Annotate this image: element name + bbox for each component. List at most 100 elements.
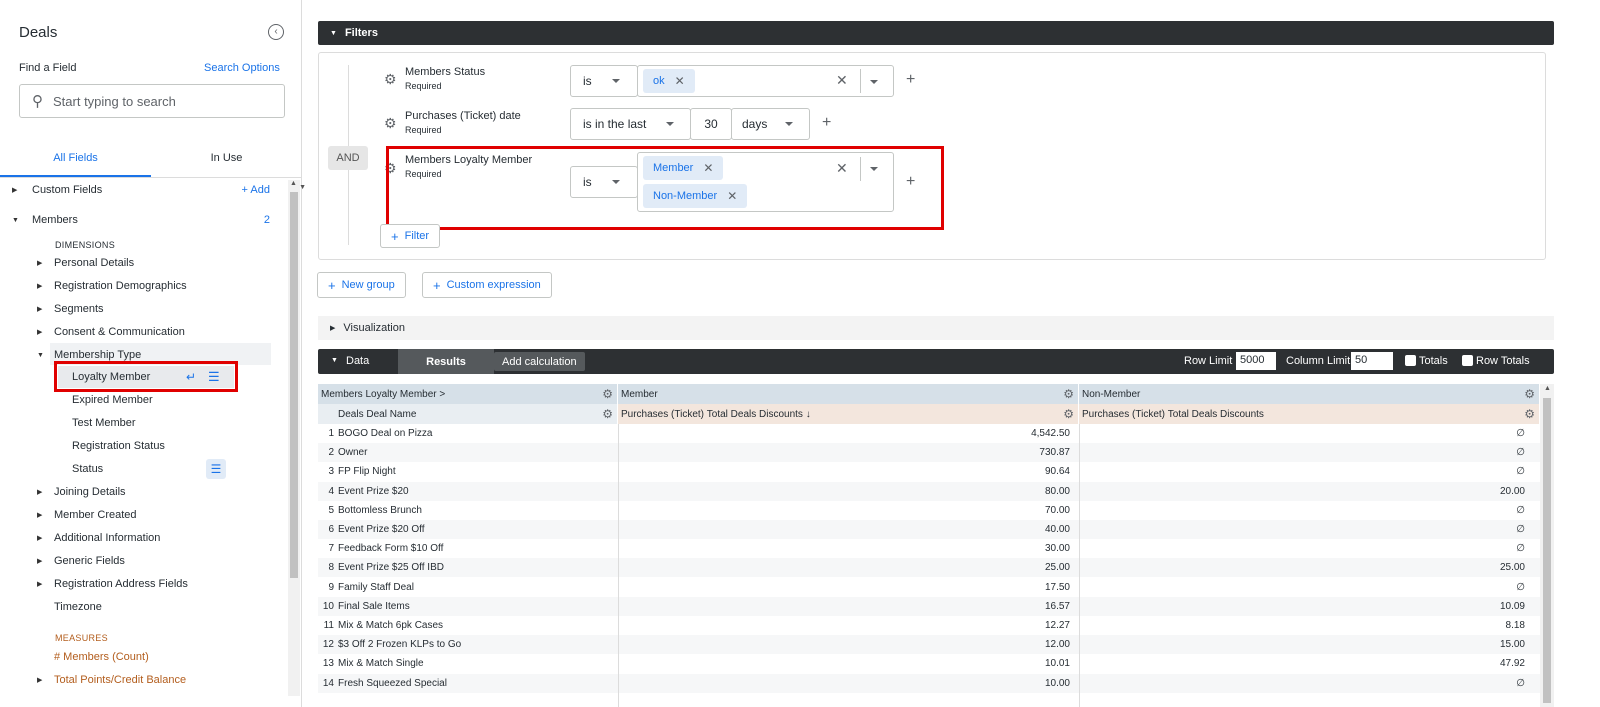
group-additional-information[interactable]: ▶ Additional Information <box>37 528 160 548</box>
field-search-input[interactable] <box>53 93 253 109</box>
totals-checkbox[interactable] <box>1405 355 1416 366</box>
deal-name-cell[interactable]: Mix & Match 6pk Cases <box>338 620 443 631</box>
deal-name-cell[interactable]: Event Prize $20 Off <box>338 524 425 535</box>
deal-name-cell[interactable]: Family Staff Deal <box>338 582 414 593</box>
scrollbar-thumb[interactable] <box>1543 398 1551 703</box>
dimension-header-deal-name[interactable]: Deals Deal Name ⚙ <box>318 404 618 424</box>
remove-chip-icon[interactable]: ✕ <box>675 74 685 88</box>
deal-name-cell[interactable]: Event Prize $25 Off IBD <box>338 562 444 573</box>
deal-name-cell[interactable]: FP Flip Night <box>338 466 396 477</box>
deal-name-cell[interactable]: BOGO Deal on Pizza <box>338 428 432 439</box>
field-test-member[interactable]: Test Member <box>72 413 136 433</box>
gear-icon[interactable]: ⚙ <box>1063 407 1074 421</box>
field-status[interactable]: Status ☰ <box>72 459 232 479</box>
pivot-value-non-member[interactable]: Non-Member ⚙ <box>1079 384 1540 404</box>
filters-section-header[interactable]: ▼ Filters <box>318 21 1554 45</box>
add-condition-icon[interactable]: + <box>822 114 831 132</box>
row-limit-input[interactable]: 5000 <box>1236 352 1276 370</box>
measure-members-count[interactable]: # Members (Count) <box>54 647 149 667</box>
deal-name-cell[interactable]: Final Sale Items <box>338 601 410 612</box>
member-discount-cell[interactable]: 70.00 <box>618 505 1074 516</box>
group-generic-fields[interactable]: ▶ Generic Fields <box>37 551 125 571</box>
deal-name-cell[interactable]: Bottomless Brunch <box>338 505 422 516</box>
sidebar-scrollbar[interactable]: ▲ ▼ <box>288 180 306 696</box>
non-member-discount-cell[interactable]: ∅ <box>1079 466 1529 477</box>
unit-select-days[interactable]: days <box>731 108 810 140</box>
column-limit-input[interactable]: 50 <box>1351 352 1393 370</box>
member-discount-cell[interactable]: 10.00 <box>618 678 1074 689</box>
scroll-down-icon[interactable]: ▼ <box>290 184 306 696</box>
measure-header-non-member[interactable]: Purchases (Ticket) Total Deals Discounts… <box>1079 404 1540 424</box>
non-member-discount-cell[interactable]: 20.00 <box>1079 486 1529 497</box>
group-segments[interactable]: ▶ Segments <box>37 299 104 319</box>
member-discount-cell[interactable]: 16.57 <box>618 601 1074 612</box>
measure-header-member[interactable]: Purchases (Ticket) Total Deals Discounts… <box>618 404 1079 424</box>
gear-icon[interactable]: ⚙ <box>1063 387 1074 401</box>
pivot-header-cell[interactable]: Members Loyalty Member > ⚙ <box>318 384 618 404</box>
gear-icon[interactable]: ⚙ <box>384 71 397 88</box>
member-discount-cell[interactable]: 30.00 <box>618 543 1074 554</box>
non-member-discount-cell[interactable]: 25.00 <box>1079 562 1529 573</box>
group-member-created[interactable]: ▶ Member Created <box>37 505 137 525</box>
search-options-link[interactable]: Search Options <box>204 62 280 74</box>
tab-all-fields[interactable]: All Fields <box>0 140 151 177</box>
gear-icon[interactable]: ⚙ <box>1524 407 1535 421</box>
non-member-discount-cell[interactable]: ∅ <box>1079 678 1529 689</box>
collapse-icon[interactable]: ▼ <box>331 357 338 364</box>
non-member-discount-cell[interactable]: 8.18 <box>1079 620 1529 631</box>
new-group-button[interactable]: + New group <box>317 272 406 298</box>
deal-name-cell[interactable]: Event Prize $20 <box>338 486 409 497</box>
group-registration-demographics[interactable]: ▶ Registration Demographics <box>37 276 187 296</box>
gear-icon[interactable]: ⚙ <box>384 115 397 132</box>
member-discount-cell[interactable]: 12.00 <box>618 639 1074 650</box>
add-condition-icon[interactable]: + <box>906 71 915 89</box>
non-member-discount-cell[interactable]: 15.00 <box>1079 639 1529 650</box>
group-personal-details[interactable]: ▶ Personal Details <box>37 253 134 273</box>
deal-name-cell[interactable]: $3 Off 2 Frozen KLPs to Go <box>338 639 461 650</box>
member-discount-cell[interactable]: 25.00 <box>618 562 1074 573</box>
member-discount-cell[interactable]: 17.50 <box>618 582 1074 593</box>
member-discount-cell[interactable]: 4,542.50 <box>618 428 1074 439</box>
add-calculation-button[interactable]: Add calculation <box>494 352 585 371</box>
group-total-points[interactable]: ▶ Total Points/Credit Balance <box>37 670 186 690</box>
table-scrollbar[interactable]: ▲ <box>1540 384 1554 707</box>
member-discount-cell[interactable]: 80.00 <box>618 486 1074 497</box>
deal-name-cell[interactable]: Feedback Form $10 Off <box>338 543 443 554</box>
add-custom-field-button[interactable]: + Add <box>242 184 270 196</box>
deal-name-cell[interactable]: Fresh Squeezed Special <box>338 678 447 689</box>
view-custom-fields[interactable]: ▶ Custom Fields + Add <box>12 180 288 200</box>
gear-icon[interactable]: ⚙ <box>602 407 613 421</box>
tab-results[interactable]: Results <box>398 349 494 374</box>
non-member-discount-cell[interactable]: 47.92 <box>1079 658 1529 669</box>
group-joining-details[interactable]: ▶ Joining Details <box>37 482 126 502</box>
collapse-sidebar-icon[interactable]: ‹ <box>268 24 284 40</box>
pivot-value-member[interactable]: Member ⚙ <box>618 384 1079 404</box>
group-registration-address-fields[interactable]: ▶ Registration Address Fields <box>37 574 188 594</box>
operator-select-date[interactable]: is in the last <box>570 108 691 140</box>
add-filter-button[interactable]: + Filter <box>380 224 441 248</box>
clear-value-icon[interactable]: ✕ <box>836 72 848 89</box>
view-members[interactable]: ▼ Members 2 <box>12 210 288 230</box>
tab-in-use[interactable]: In Use <box>151 140 302 177</box>
gear-icon[interactable]: ⚙ <box>1524 387 1535 401</box>
value-chip-ok[interactable]: ok ✕ <box>643 69 695 93</box>
gear-icon[interactable]: ⚙ <box>602 387 613 401</box>
member-discount-cell[interactable]: 40.00 <box>618 524 1074 535</box>
non-member-discount-cell[interactable]: ∅ <box>1079 505 1529 516</box>
non-member-discount-cell[interactable]: ∅ <box>1079 543 1529 554</box>
field-search-box[interactable]: ⚲ <box>19 84 285 118</box>
and-operator-badge[interactable]: AND <box>328 146 368 170</box>
days-amount-input[interactable]: 30 <box>690 108 732 140</box>
non-member-discount-cell[interactable]: ∅ <box>1079 582 1529 593</box>
scroll-up-icon[interactable]: ▲ <box>1544 385 1551 392</box>
non-member-discount-cell[interactable]: 10.09 <box>1079 601 1529 612</box>
member-discount-cell[interactable]: 90.64 <box>618 466 1074 477</box>
field-registration-status[interactable]: Registration Status <box>72 436 165 456</box>
field-timezone[interactable]: Timezone <box>54 597 102 617</box>
non-member-discount-cell[interactable]: ∅ <box>1079 524 1529 535</box>
operator-select-status[interactable]: is <box>570 65 638 97</box>
chevron-down-icon[interactable] <box>870 80 878 84</box>
member-discount-cell[interactable]: 12.27 <box>618 620 1074 631</box>
visualization-section-header[interactable]: ▶ Visualization <box>318 316 1554 340</box>
member-discount-cell[interactable]: 730.87 <box>618 447 1074 458</box>
